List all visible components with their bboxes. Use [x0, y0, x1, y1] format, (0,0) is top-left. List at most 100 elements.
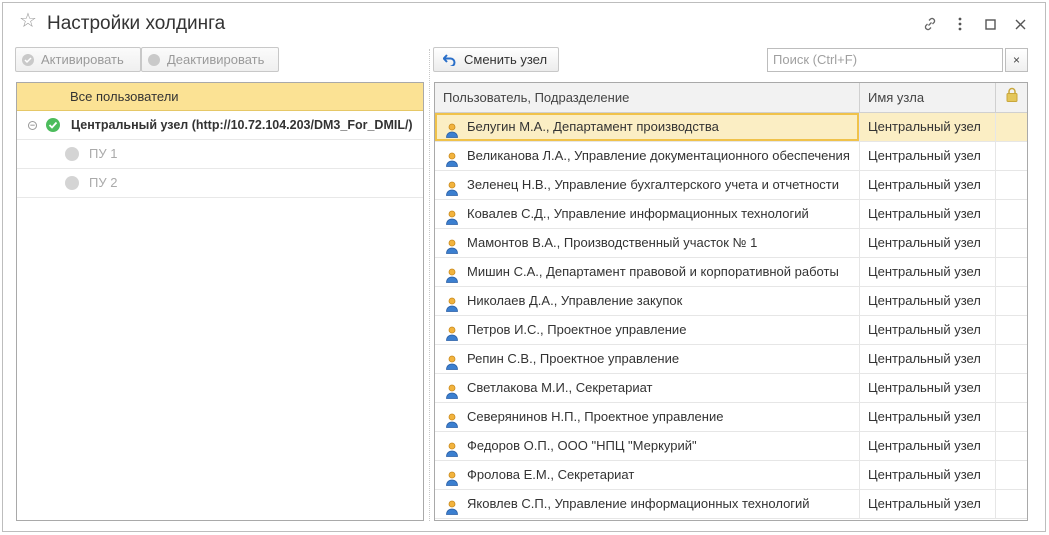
table-row[interactable]: Светлакова М.И., Секретариат Центральный …: [435, 374, 1027, 403]
table-body: Белугин М.А., Департамент производства Це…: [435, 113, 1027, 519]
tree-item-pu2[interactable]: ПУ 2: [17, 169, 423, 198]
table-row[interactable]: Репин С.В., Проектное управление Централь…: [435, 345, 1027, 374]
collapse-icon[interactable]: −: [28, 121, 37, 130]
users-table[interactable]: Пользователь, Подразделение Имя узла Бел…: [434, 82, 1028, 521]
cell-user: Мамонтов В.А., Производственный участок …: [435, 229, 860, 257]
undo-arrow-icon: [443, 53, 456, 66]
table-row[interactable]: Петров И.С., Проектное управление Централ…: [435, 316, 1027, 345]
change-node-button-label: Сменить узел: [464, 52, 548, 67]
table-row[interactable]: Николаев Д.А., Управление закупок Централ…: [435, 287, 1027, 316]
table-row[interactable]: Мишин С.А., Департамент правовой и корпо…: [435, 258, 1027, 287]
cell-node: Центральный узел: [860, 113, 996, 141]
deactivate-button[interactable]: Деактивировать: [141, 47, 279, 72]
cell-user-text: Ковалев С.Д., Управление информационных …: [467, 206, 809, 221]
lock-icon: [1006, 83, 1018, 113]
table-row[interactable]: Белугин М.А., Департамент производства Це…: [435, 113, 1027, 142]
central-node-label: Центральный узел (http://10.72.104.203/D…: [71, 118, 413, 132]
close-icon[interactable]: [1005, 14, 1035, 34]
cell-node: Центральный узел: [860, 374, 996, 402]
tree-item-all-users[interactable]: Все пользователи: [17, 83, 423, 111]
cell-user-text: Великанова Л.А., Управление документацио…: [467, 148, 850, 163]
user-icon: [445, 294, 459, 312]
table-row[interactable]: Мамонтов В.А., Производственный участок …: [435, 229, 1027, 258]
user-icon: [445, 207, 459, 225]
user-icon: [445, 323, 459, 341]
window-title: Настройки холдинга: [47, 13, 226, 34]
table-row[interactable]: Яковлев С.П., Управление информационных …: [435, 490, 1027, 519]
cell-lock: [996, 171, 1027, 199]
column-header-node[interactable]: Имя узла: [860, 83, 996, 112]
cell-lock: [996, 287, 1027, 315]
table-row[interactable]: Зеленец Н.В., Управление бухгалтерского …: [435, 171, 1027, 200]
table-row[interactable]: Ковалев С.Д., Управление информационных …: [435, 200, 1027, 229]
circle-icon: [148, 53, 160, 66]
cell-user: Федоров О.П., ООО "НПЦ "Меркурий": [435, 432, 860, 460]
cell-user: Ковалев С.Д., Управление информационных …: [435, 200, 860, 228]
change-node-button[interactable]: Сменить узел: [433, 47, 559, 72]
cell-node: Центральный узел: [860, 490, 996, 518]
table-row[interactable]: Федоров О.П., ООО "НПЦ "Меркурий" Централ…: [435, 432, 1027, 461]
cell-node: Центральный узел: [860, 171, 996, 199]
cell-lock: [996, 113, 1027, 141]
cell-user-text: Белугин М.А., Департамент производства: [467, 119, 719, 134]
cell-user: Белугин М.А., Департамент производства: [435, 113, 860, 141]
check-circle-icon: [22, 53, 34, 66]
user-icon: [445, 120, 459, 138]
cell-user-text: Яковлев С.П., Управление информационных …: [467, 496, 810, 511]
pu2-label: ПУ 2: [89, 175, 118, 190]
cell-node: Центральный узел: [860, 403, 996, 431]
cell-user-text: Фролова Е.М., Секретариат: [467, 467, 635, 482]
panel-splitter[interactable]: [429, 49, 430, 521]
table-row[interactable]: Фролова Е.М., Секретариат Центральный узе…: [435, 461, 1027, 490]
cell-node: Центральный узел: [860, 432, 996, 460]
cell-lock: [996, 316, 1027, 344]
cell-user-text: Николаев Д.А., Управление закупок: [467, 293, 683, 308]
title-bar: ☆ Настройки холдинга: [3, 3, 1045, 43]
cell-user: Северянинов Н.П., Проектное управление: [435, 403, 860, 431]
cell-lock: [996, 142, 1027, 170]
cell-lock: [996, 229, 1027, 257]
cell-lock: [996, 432, 1027, 460]
cell-user-text: Мишин С.А., Департамент правовой и корпо…: [467, 264, 839, 279]
cell-user: Мишин С.А., Департамент правовой и корпо…: [435, 258, 860, 286]
cell-user: Великанова Л.А., Управление документацио…: [435, 142, 860, 170]
activate-button[interactable]: Активировать: [15, 47, 141, 72]
table-row[interactable]: Северянинов Н.П., Проектное управление Це…: [435, 403, 1027, 432]
table-row[interactable]: Великанова Л.А., Управление документацио…: [435, 142, 1027, 171]
column-header-lock[interactable]: [996, 83, 1027, 112]
cell-user: Фролова Е.М., Секретариат: [435, 461, 860, 489]
cell-node: Центральный узел: [860, 461, 996, 489]
more-icon[interactable]: [945, 14, 975, 34]
cell-user-text: Федоров О.П., ООО "НПЦ "Меркурий": [467, 438, 697, 453]
inactive-status-icon: [65, 176, 79, 190]
nodes-tree[interactable]: Все пользователи − Центральный узел (htt…: [16, 82, 424, 521]
link-icon[interactable]: [915, 14, 945, 34]
cell-lock: [996, 461, 1027, 489]
tree-item-pu1[interactable]: ПУ 1: [17, 140, 423, 169]
pu1-label: ПУ 1: [89, 146, 118, 161]
maximize-icon[interactable]: [975, 14, 1005, 34]
check-circle-icon: [46, 118, 60, 132]
deactivate-button-label: Деактивировать: [167, 52, 265, 67]
cell-user: Петров И.С., Проектное управление: [435, 316, 860, 344]
cell-node: Центральный узел: [860, 229, 996, 257]
search-input[interactable]: Поиск (Ctrl+F): [767, 48, 1003, 72]
star-icon[interactable]: ☆: [19, 11, 37, 31]
cell-node: Центральный узел: [860, 142, 996, 170]
user-icon: [445, 439, 459, 457]
tree-item-central-node[interactable]: − Центральный узел (http://10.72.104.203…: [17, 111, 423, 140]
user-icon: [445, 178, 459, 196]
cell-lock: [996, 258, 1027, 286]
cell-lock: [996, 403, 1027, 431]
cell-user-text: Петров И.С., Проектное управление: [467, 322, 687, 337]
cell-node: Центральный узел: [860, 316, 996, 344]
user-icon: [445, 468, 459, 486]
cell-user-text: Светлакова М.И., Секретариат: [467, 380, 653, 395]
table-header: Пользователь, Подразделение Имя узла: [435, 83, 1027, 113]
column-header-user[interactable]: Пользователь, Подразделение: [435, 83, 860, 112]
cell-node: Центральный узел: [860, 258, 996, 286]
cell-user-text: Северянинов Н.П., Проектное управление: [467, 409, 724, 424]
holding-settings-window: ☆ Настройки холдинга Активировать Деакти…: [2, 2, 1046, 532]
cell-node: Центральный узел: [860, 287, 996, 315]
search-clear-button[interactable]: ×: [1005, 48, 1028, 72]
